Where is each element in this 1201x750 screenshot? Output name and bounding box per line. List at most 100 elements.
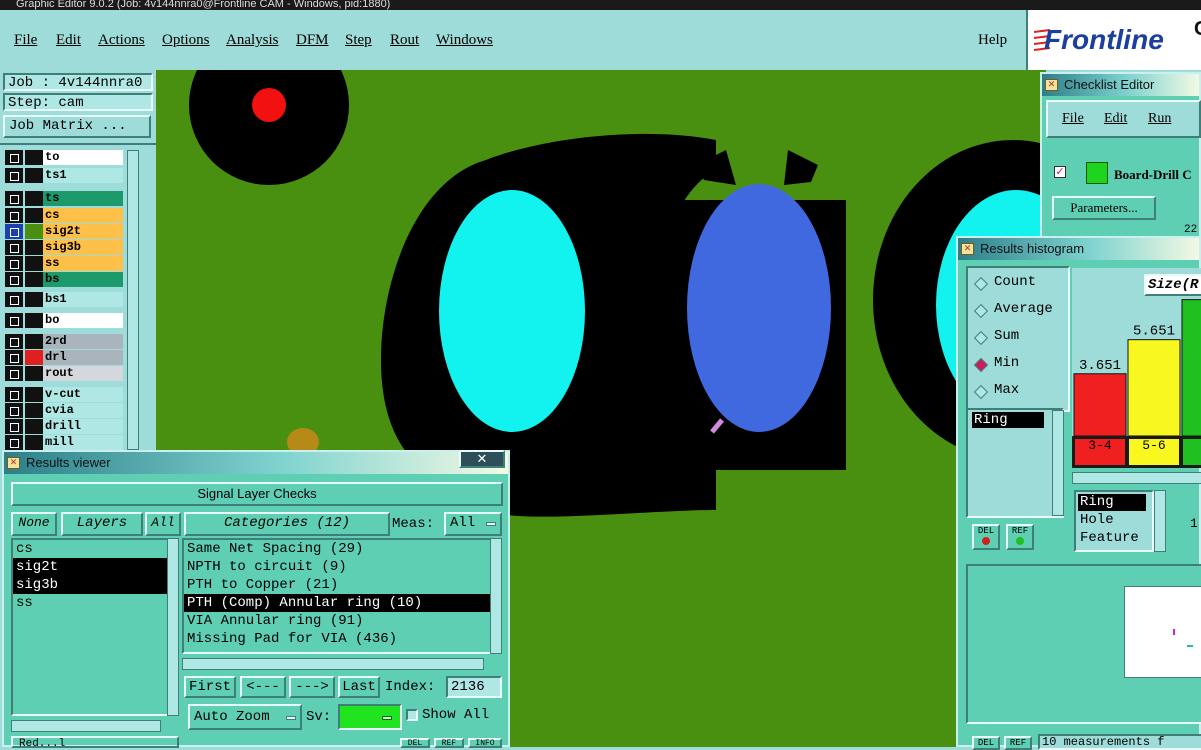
histogram-bar[interactable] <box>1073 373 1127 437</box>
layer-checkbox[interactable] <box>5 272 23 287</box>
radio-diamond-icon[interactable] <box>973 303 989 319</box>
layer-color-swatch[interactable] <box>25 191 43 206</box>
layer-row-ss[interactable]: ss <box>5 256 123 271</box>
job-matrix-button[interactable]: Job Matrix ... <box>3 115 151 138</box>
menu-options[interactable]: Options <box>162 32 210 49</box>
layer-checkbox[interactable] <box>5 208 23 223</box>
layer-name[interactable]: bs <box>43 272 123 287</box>
category-hscrollbar[interactable] <box>182 658 484 670</box>
layer-row-rout[interactable]: rout <box>5 366 123 381</box>
menu-step[interactable]: Step <box>345 32 372 49</box>
layer-name[interactable]: drl <box>43 350 123 365</box>
layer-color-swatch[interactable] <box>25 292 43 307</box>
layer-name[interactable]: cvia <box>43 403 123 418</box>
layer-color-swatch[interactable] <box>25 313 43 328</box>
histogram-bar[interactable] <box>1127 339 1181 437</box>
menu-actions[interactable]: Actions <box>98 32 145 49</box>
layer-color-swatch[interactable] <box>25 387 43 402</box>
layer-color-swatch[interactable] <box>25 208 43 223</box>
category-item[interactable]: VIA Annular ring (91) <box>184 612 490 630</box>
index-input[interactable]: 2136 <box>446 676 502 698</box>
last-button[interactable]: Last <box>338 676 380 698</box>
layer-name[interactable]: ts <box>43 191 123 206</box>
layer-name[interactable]: sig2t <box>43 224 123 239</box>
layer-name[interactable]: v-cut <box>43 387 123 402</box>
layer-row-ts1[interactable]: ts1 <box>5 168 123 183</box>
layer-checkbox[interactable] <box>5 256 23 271</box>
category-item[interactable]: PTH (Comp) Annular ring (10) <box>184 594 490 612</box>
result-layer-item[interactable]: cs <box>13 540 167 558</box>
category-item[interactable]: Missing Pad for VIA (436) <box>184 630 490 648</box>
histogram-bin-label[interactable]: 3-4 <box>1075 439 1125 465</box>
layer-row-sig3b[interactable]: sig3b <box>5 240 123 255</box>
measure-type-list[interactable]: Ring Hole Feature <box>1074 490 1154 552</box>
layer-checkbox[interactable] <box>5 419 23 434</box>
severity-dropdown[interactable] <box>338 704 402 730</box>
radio-diamond-icon[interactable] <box>973 357 989 373</box>
category-item[interactable]: PTH to Copper (21) <box>184 576 490 594</box>
layer-color-swatch[interactable] <box>25 256 43 271</box>
layer-row-cvia[interactable]: cvia <box>5 403 123 418</box>
category-item[interactable]: Same Net Spacing (29) <box>184 540 490 558</box>
measure-type-scrollbar[interactable] <box>1154 490 1166 552</box>
layer-name[interactable]: 2rd <box>43 334 123 349</box>
checklist-menu-run[interactable]: Run <box>1148 111 1171 127</box>
histogram-bin-label[interactable] <box>1183 439 1201 465</box>
close-button[interactable]: ✕ <box>459 450 505 468</box>
menu-edit[interactable]: Edit <box>56 32 81 49</box>
radio-diamond-icon[interactable] <box>973 384 989 400</box>
result-layer-item[interactable]: ss <box>13 594 167 612</box>
ring-measure-item[interactable]: Ring <box>972 412 1044 428</box>
report-button[interactable]: Red...l <box>11 736 179 748</box>
layer-row-bs1[interactable]: bs1 <box>5 292 123 307</box>
window-menu-icon[interactable]: ✕ <box>7 457 20 469</box>
show-all-checkbox[interactable] <box>406 709 418 721</box>
histogram-bar[interactable] <box>1181 299 1201 437</box>
layer-row-v-cut[interactable]: v-cut <box>5 387 123 402</box>
layer-row-ts[interactable]: ts <box>5 191 123 206</box>
categories-button[interactable]: Categories (12) <box>184 512 390 536</box>
layer-color-swatch[interactable] <box>25 150 43 165</box>
prev-button[interactable]: <--- <box>240 676 286 698</box>
histogram-hscrollbar[interactable] <box>1072 472 1201 484</box>
measure-scrollbar[interactable] <box>1052 410 1064 516</box>
layer-checkbox[interactable] <box>5 313 23 328</box>
layer-color-swatch[interactable] <box>25 272 43 287</box>
hist-ref-button[interactable]: REF <box>1006 524 1034 550</box>
menu-rout[interactable]: Rout <box>390 32 419 49</box>
menu-file[interactable]: File <box>14 32 37 49</box>
layer-color-swatch[interactable] <box>25 224 43 239</box>
stat-mode-count[interactable]: Count <box>973 274 1066 294</box>
checklist-menu-file[interactable]: File <box>1062 111 1084 127</box>
measure-type-item[interactable]: Ring <box>1078 494 1146 511</box>
layer-hscrollbar[interactable] <box>11 720 161 732</box>
layer-checkbox[interactable] <box>5 403 23 418</box>
layer-row-drill[interactable]: drill <box>5 419 123 434</box>
layer-row-bo[interactable]: bo <box>5 313 123 328</box>
layer-color-swatch[interactable] <box>25 350 43 365</box>
layer-color-swatch[interactable] <box>25 419 43 434</box>
layer-result-scrollbar[interactable] <box>167 538 179 716</box>
menu-analysis[interactable]: Analysis <box>226 32 279 49</box>
layer-checkbox[interactable] <box>5 168 23 183</box>
menu-windows[interactable]: Windows <box>436 32 493 49</box>
checklist-editor-titlebar[interactable]: ✕ Checklist Editor <box>1042 74 1199 96</box>
layer-color-swatch[interactable] <box>25 334 43 349</box>
window-menu-icon[interactable]: ✕ <box>961 243 974 255</box>
parameters-button[interactable]: Parameters... <box>1052 196 1156 220</box>
measure-type-item[interactable]: Feature <box>1078 530 1146 547</box>
next-button[interactable]: ---> <box>289 676 335 698</box>
hist-del-button[interactable]: DEL <box>972 524 1000 550</box>
layer-name[interactable]: bs1 <box>43 292 123 307</box>
radio-diamond-icon[interactable] <box>973 276 989 292</box>
layer-name[interactable]: to <box>43 150 123 165</box>
layer-checkbox[interactable] <box>5 334 23 349</box>
stat-mode-sum[interactable]: Sum <box>973 328 1066 348</box>
results-viewer-titlebar[interactable]: ✕ Results viewer <box>4 452 508 474</box>
menu-dfm[interactable]: DFM <box>296 32 329 49</box>
layer-name[interactable]: drill <box>43 419 123 434</box>
radio-diamond-icon[interactable] <box>973 330 989 346</box>
meas-dropdown[interactable]: All <box>444 512 502 536</box>
checklist-item-name[interactable]: Board-Drill C <box>1114 167 1192 183</box>
measure-type-item[interactable]: Hole <box>1078 512 1146 529</box>
